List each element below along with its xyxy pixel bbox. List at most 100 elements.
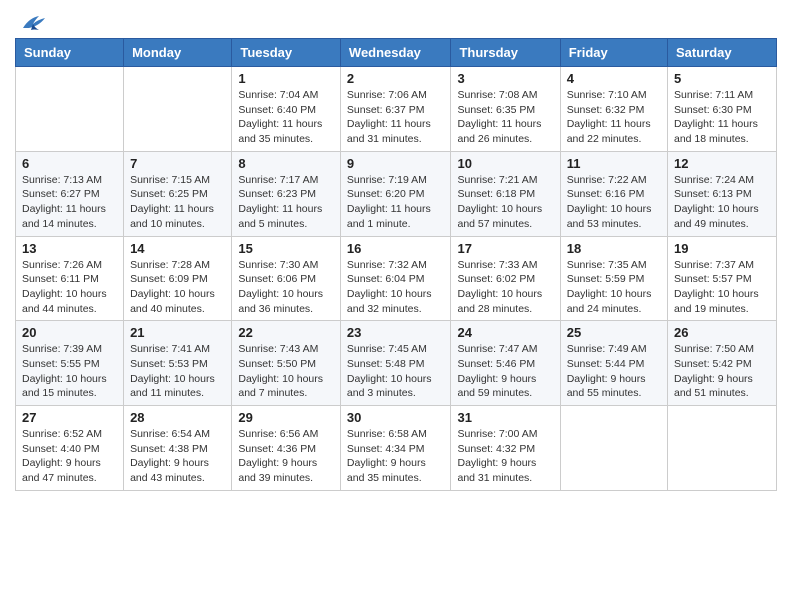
calendar-cell: 4Sunrise: 7:10 AM Sunset: 6:32 PM Daylig… — [560, 67, 667, 152]
day-info: Sunrise: 7:45 AM Sunset: 5:48 PM Dayligh… — [347, 342, 445, 401]
logo-bird-icon — [19, 10, 47, 32]
day-info: Sunrise: 7:43 AM Sunset: 5:50 PM Dayligh… — [238, 342, 334, 401]
calendar-cell — [124, 67, 232, 152]
calendar-cell: 21 Sunrise: 7:41 AM Sunset: 5:53 PM Dayli… — [124, 321, 232, 406]
day-info: Sunrise: 7:35 AM Sunset: 5:59 PM Dayligh… — [567, 258, 661, 317]
calendar-cell: 6Sunrise: 7:13 AM Sunset: 6:27 PM Daylig… — [16, 151, 124, 236]
day-info: Sunrise: 7:13 AM Sunset: 6:27 PM Dayligh… — [22, 173, 117, 232]
week-row: 1 Sunrise: 7:04 AM Sunset: 6:40 PM Daylig… — [16, 67, 777, 152]
days-of-week-row: SundayMondayTuesdayWednesdayThursdayFrid… — [16, 39, 777, 67]
day-header-friday: Friday — [560, 39, 667, 67]
day-info: Sunrise: 7:41 AM Sunset: 5:53 PM Dayligh… — [130, 342, 225, 401]
day-number: 17 — [457, 241, 553, 256]
calendar-cell: 22 Sunrise: 7:43 AM Sunset: 5:50 PM Dayli… — [232, 321, 341, 406]
calendar-cell: 8 Sunrise: 7:17 AM Sunset: 6:23 PM Daylig… — [232, 151, 341, 236]
day-number: 30 — [347, 410, 445, 425]
day-number: 28 — [130, 410, 225, 425]
calendar-cell: 23 Sunrise: 7:45 AM Sunset: 5:48 PM Dayli… — [340, 321, 451, 406]
day-header-monday: Monday — [124, 39, 232, 67]
day-number: 24 — [457, 325, 553, 340]
calendar-cell: 30 Sunrise: 6:58 AM Sunset: 4:34 PM Dayli… — [340, 406, 451, 491]
week-row: 6Sunrise: 7:13 AM Sunset: 6:27 PM Daylig… — [16, 151, 777, 236]
day-number: 9 — [347, 156, 445, 171]
calendar-cell: 14Sunrise: 7:28 AM Sunset: 6:09 PM Dayli… — [124, 236, 232, 321]
day-number: 16 — [347, 241, 445, 256]
day-number: 19 — [674, 241, 770, 256]
day-info: Sunrise: 7:06 AM Sunset: 6:37 PM Dayligh… — [347, 88, 445, 147]
day-info: Sunrise: 6:52 AM Sunset: 4:40 PM Dayligh… — [22, 427, 117, 486]
day-info: Sunrise: 7:37 AM Sunset: 5:57 PM Dayligh… — [674, 258, 770, 317]
calendar-cell: 10 Sunrise: 7:21 AM Sunset: 6:18 PM Dayli… — [451, 151, 560, 236]
day-number: 10 — [457, 156, 553, 171]
day-info: Sunrise: 7:21 AM Sunset: 6:18 PM Dayligh… — [457, 173, 553, 232]
day-info: Sunrise: 7:19 AM Sunset: 6:20 PM Dayligh… — [347, 173, 445, 232]
week-row: 13Sunrise: 7:26 AM Sunset: 6:11 PM Dayli… — [16, 236, 777, 321]
day-info: Sunrise: 7:04 AM Sunset: 6:40 PM Dayligh… — [238, 88, 334, 147]
day-info: Sunrise: 7:17 AM Sunset: 6:23 PM Dayligh… — [238, 173, 334, 232]
day-info: Sunrise: 6:54 AM Sunset: 4:38 PM Dayligh… — [130, 427, 225, 486]
day-header-tuesday: Tuesday — [232, 39, 341, 67]
day-info: Sunrise: 7:15 AM Sunset: 6:25 PM Dayligh… — [130, 173, 225, 232]
day-number: 8 — [238, 156, 334, 171]
calendar-cell: 18Sunrise: 7:35 AM Sunset: 5:59 PM Dayli… — [560, 236, 667, 321]
calendar-cell: 11 Sunrise: 7:22 AM Sunset: 6:16 PM Dayli… — [560, 151, 667, 236]
calendar-cell: 26 Sunrise: 7:50 AM Sunset: 5:42 PM Dayli… — [668, 321, 777, 406]
day-info: Sunrise: 7:08 AM Sunset: 6:35 PM Dayligh… — [457, 88, 553, 147]
day-info: Sunrise: 7:11 AM Sunset: 6:30 PM Dayligh… — [674, 88, 770, 147]
week-row: 27 Sunrise: 6:52 AM Sunset: 4:40 PM Dayli… — [16, 406, 777, 491]
day-number: 7 — [130, 156, 225, 171]
calendar-cell: 31 Sunrise: 7:00 AM Sunset: 4:32 PM Dayli… — [451, 406, 560, 491]
header — [15, 10, 777, 32]
day-number: 11 — [567, 156, 661, 171]
day-info: Sunrise: 6:58 AM Sunset: 4:34 PM Dayligh… — [347, 427, 445, 486]
day-info: Sunrise: 7:30 AM Sunset: 6:06 PM Dayligh… — [238, 258, 334, 317]
day-info: Sunrise: 7:49 AM Sunset: 5:44 PM Dayligh… — [567, 342, 661, 401]
day-info: Sunrise: 7:32 AM Sunset: 6:04 PM Dayligh… — [347, 258, 445, 317]
day-number: 3 — [457, 71, 553, 86]
day-info: Sunrise: 7:39 AM Sunset: 5:55 PM Dayligh… — [22, 342, 117, 401]
day-number: 4 — [567, 71, 661, 86]
day-number: 27 — [22, 410, 117, 425]
calendar-cell: 9 Sunrise: 7:19 AM Sunset: 6:20 PM Daylig… — [340, 151, 451, 236]
calendar-cell — [668, 406, 777, 491]
calendar-body: 1 Sunrise: 7:04 AM Sunset: 6:40 PM Daylig… — [16, 67, 777, 491]
calendar-cell: 19 Sunrise: 7:37 AM Sunset: 5:57 PM Dayli… — [668, 236, 777, 321]
day-number: 12 — [674, 156, 770, 171]
calendar-cell: 15 Sunrise: 7:30 AM Sunset: 6:06 PM Dayli… — [232, 236, 341, 321]
calendar-cell: 7 Sunrise: 7:15 AM Sunset: 6:25 PM Daylig… — [124, 151, 232, 236]
day-info: Sunrise: 7:47 AM Sunset: 5:46 PM Dayligh… — [457, 342, 553, 401]
calendar-cell: 25 Sunrise: 7:49 AM Sunset: 5:44 PM Dayli… — [560, 321, 667, 406]
calendar-cell: 3 Sunrise: 7:08 AM Sunset: 6:35 PM Daylig… — [451, 67, 560, 152]
day-number: 22 — [238, 325, 334, 340]
calendar-cell: 27 Sunrise: 6:52 AM Sunset: 4:40 PM Dayli… — [16, 406, 124, 491]
day-number: 15 — [238, 241, 334, 256]
calendar-table: SundayMondayTuesdayWednesdayThursdayFrid… — [15, 38, 777, 491]
calendar-cell — [560, 406, 667, 491]
day-info: Sunrise: 6:56 AM Sunset: 4:36 PM Dayligh… — [238, 427, 334, 486]
day-number: 26 — [674, 325, 770, 340]
calendar-cell: 1 Sunrise: 7:04 AM Sunset: 6:40 PM Daylig… — [232, 67, 341, 152]
calendar-cell: 2 Sunrise: 7:06 AM Sunset: 6:37 PM Daylig… — [340, 67, 451, 152]
day-header-saturday: Saturday — [668, 39, 777, 67]
day-info: Sunrise: 7:28 AM Sunset: 6:09 PM Dayligh… — [130, 258, 225, 317]
calendar-cell: 17Sunrise: 7:33 AM Sunset: 6:02 PM Dayli… — [451, 236, 560, 321]
day-info: Sunrise: 7:00 AM Sunset: 4:32 PM Dayligh… — [457, 427, 553, 486]
calendar-cell: 29Sunrise: 6:56 AM Sunset: 4:36 PM Dayli… — [232, 406, 341, 491]
calendar-cell — [16, 67, 124, 152]
day-number: 31 — [457, 410, 553, 425]
day-info: Sunrise: 7:26 AM Sunset: 6:11 PM Dayligh… — [22, 258, 117, 317]
day-header-thursday: Thursday — [451, 39, 560, 67]
day-number: 5 — [674, 71, 770, 86]
day-number: 20 — [22, 325, 117, 340]
day-info: Sunrise: 7:22 AM Sunset: 6:16 PM Dayligh… — [567, 173, 661, 232]
day-number: 1 — [238, 71, 334, 86]
day-number: 25 — [567, 325, 661, 340]
day-header-wednesday: Wednesday — [340, 39, 451, 67]
day-number: 23 — [347, 325, 445, 340]
day-info: Sunrise: 7:50 AM Sunset: 5:42 PM Dayligh… — [674, 342, 770, 401]
day-header-sunday: Sunday — [16, 39, 124, 67]
day-number: 21 — [130, 325, 225, 340]
calendar-cell: 16 Sunrise: 7:32 AM Sunset: 6:04 PM Dayli… — [340, 236, 451, 321]
calendar-cell: 24 Sunrise: 7:47 AM Sunset: 5:46 PM Dayli… — [451, 321, 560, 406]
day-number: 2 — [347, 71, 445, 86]
